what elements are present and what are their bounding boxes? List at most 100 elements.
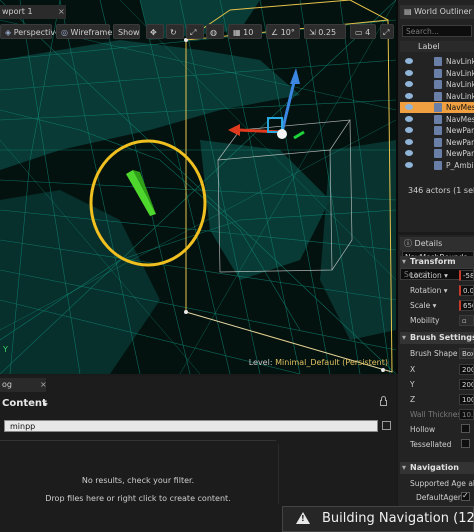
outliner-row[interactable]: NavLink (400, 68, 474, 79)
drop-hint-message: Drop files here or right click to create… (45, 494, 231, 503)
visibility-eye-icon[interactable] (405, 150, 413, 156)
actor-type-icon (434, 57, 442, 66)
outliner-row[interactable]: NavLink (400, 56, 474, 67)
brush-shape-dropdown[interactable]: Box (459, 348, 474, 359)
mobility-static-button[interactable]: ▫ (459, 315, 474, 326)
scale-snap-button[interactable]: ⇲ 0.25 (304, 24, 346, 39)
notification-text: Building Navigation (126 (322, 511, 474, 526)
navigation-section-label: Navigation (410, 463, 459, 472)
outliner-icon: ▤ (404, 7, 415, 16)
details-tab[interactable]: ⓘ Details (400, 237, 474, 251)
scale-x-field[interactable]: 650 (459, 300, 474, 311)
actor-type-icon (434, 126, 442, 135)
rotation-dropdown[interactable]: Rotation ▾ (410, 286, 448, 295)
visibility-eye-icon[interactable] (405, 69, 413, 76)
no-results-message: No results, check your filter. (81, 476, 195, 485)
brush-y-field[interactable]: 2000 (459, 379, 474, 390)
rotation-x-field[interactable]: 0.0 (459, 285, 474, 296)
tessellated-label: Tessellated (410, 440, 452, 449)
content-search-input[interactable]: minpp (4, 420, 378, 432)
visibility-eye-icon[interactable] (405, 115, 413, 122)
outliner-row[interactable]: NewPar (400, 125, 474, 136)
outliner-row[interactable]: NavLink (400, 91, 474, 102)
outliner-row-label: NewPar (446, 126, 474, 135)
actor-type-icon (434, 103, 442, 112)
chevron-right-icon[interactable]: ▸ (44, 399, 48, 408)
default-agent-label: DefaultAgen (416, 493, 463, 502)
hollow-checkbox[interactable] (461, 424, 470, 433)
visibility-eye-icon[interactable] (405, 138, 413, 145)
level-name: Minimal_Default (Persistent) (275, 358, 388, 367)
details-icon: ⓘ (404, 239, 415, 248)
world-outliner-tab[interactable]: ▤ World Outliner (400, 5, 474, 19)
brush-x-field[interactable]: 2000 (459, 364, 474, 375)
actor-type-icon (434, 137, 442, 147)
save-search-icon[interactable] (382, 421, 391, 430)
perspective-icon: ◈ (5, 28, 14, 37)
show-label: Show (118, 28, 140, 37)
outliner-row[interactable]: NewPar (400, 148, 474, 159)
wireframe-icon: ◎ (61, 28, 71, 37)
default-agent-checkbox[interactable] (461, 491, 470, 501)
scale-dropdown[interactable]: Scale ▾ (410, 301, 436, 310)
tessellated-checkbox[interactable] (461, 439, 470, 448)
rotation-snap-value: 10° (280, 28, 295, 37)
rotation-snap-button[interactable]: ∠ 10° (266, 24, 300, 39)
outliner-row-label: NavLink (446, 57, 474, 66)
level-viewport[interactable]: Y wport 1 × ◈ Perspective ◎ Wireframe Sho… (0, 0, 398, 374)
brush-z-field[interactable]: 1000 (459, 394, 474, 405)
close-tab-icon[interactable]: × (58, 5, 65, 19)
close-tab-icon[interactable]: × (40, 378, 47, 392)
visibility-eye-icon[interactable] (405, 58, 413, 64)
divider (0, 440, 276, 441)
rotation-label: Rotation (410, 286, 442, 295)
scale-mode-icon[interactable]: ⤢ (186, 24, 204, 39)
visibility-eye-icon[interactable] (405, 161, 413, 168)
actor-type-icon (434, 114, 442, 124)
lock-icon[interactable] (380, 396, 387, 406)
outliner-row[interactable]: P_Ambi (400, 160, 474, 171)
outliner-row[interactable]: NavLink (400, 79, 474, 90)
location-x-field[interactable]: -58 (459, 270, 474, 281)
grid-snap-value: 10 (243, 28, 254, 37)
svg-text:Y: Y (2, 345, 8, 354)
supported-agents-value: all (468, 479, 474, 488)
transform-section-label: Transform (410, 257, 456, 266)
transform-mode-icon[interactable]: ✥ (146, 24, 164, 39)
outliner-search-input[interactable]: Search... (402, 25, 472, 37)
visibility-eye-icon[interactable] (405, 104, 413, 110)
outliner-column-header[interactable]: Label (400, 41, 474, 52)
camera-speed-button[interactable]: ▭ 4 (350, 24, 376, 39)
mobility-label: Mobility (410, 316, 440, 325)
outliner-row[interactable]: NewPar (400, 137, 474, 148)
actor-type-icon (434, 160, 442, 170)
grid-snap-button[interactable]: ▦ 10 (228, 24, 262, 39)
show-button[interactable]: Show (113, 24, 140, 39)
outliner-row-label: NewPar (446, 149, 474, 158)
visibility-eye-icon[interactable] (405, 127, 413, 133)
outliner-row-label: NavLink (446, 80, 474, 89)
warning-icon-mark: ! (301, 514, 305, 523)
rotate-mode-icon[interactable]: ↻ (166, 24, 184, 39)
y-label: Y (410, 380, 415, 389)
camera-speed-value: 4 (365, 28, 371, 37)
visibility-eye-icon[interactable] (405, 81, 413, 87)
outliner-row[interactable]: NavMesh (400, 102, 474, 113)
hollow-label: Hollow (410, 425, 436, 434)
details-title: Details (414, 239, 443, 248)
visibility-eye-icon[interactable] (405, 92, 413, 99)
outliner-row-label: P_Ambi (446, 160, 474, 170)
viewport-tab[interactable]: wport 1 × (0, 5, 66, 19)
viewport-scene: Y (0, 0, 396, 374)
content-breadcrumb[interactable]: Content (2, 398, 47, 409)
perspective-button[interactable]: ◈ Perspective (0, 24, 60, 39)
label-column: Label (418, 42, 440, 51)
outliner-row[interactable]: NavMesh (400, 114, 474, 125)
location-dropdown[interactable]: Location ▾ (410, 271, 448, 280)
wall-thickness-field[interactable]: 10.0 (459, 409, 474, 420)
view-mode-button[interactable]: ◎ Wireframe (56, 24, 112, 39)
maximize-viewport-icon[interactable]: ⤢ (380, 24, 394, 39)
world-local-icon[interactable]: ◍ (206, 24, 224, 39)
actor-type-icon (434, 68, 442, 78)
grid-icon: ▦ (233, 28, 244, 37)
